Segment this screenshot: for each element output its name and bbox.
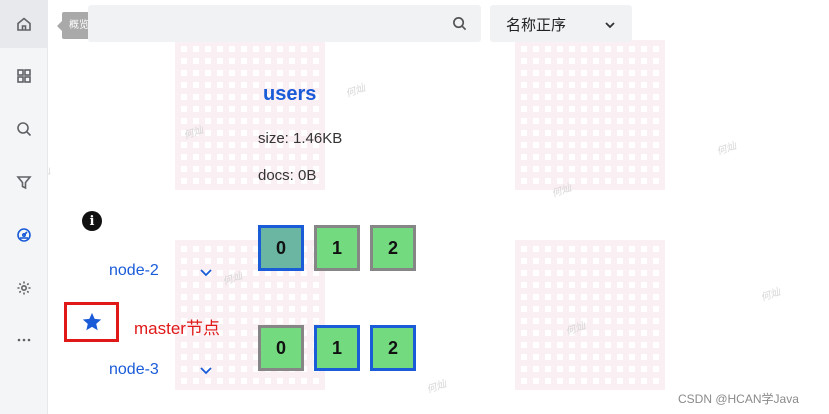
star-icon [82, 312, 101, 331]
shard-0-node-2[interactable]: 0 [258, 225, 304, 271]
footer-attribution: CSDN @HCAN学Java [678, 392, 799, 406]
sort-select[interactable]: 名称正序 [490, 5, 632, 42]
watermark-text: 何灿 [759, 286, 782, 304]
sort-select-label: 名称正序 [506, 17, 567, 34]
search-bar [88, 5, 481, 42]
master-node-highlight [64, 302, 119, 342]
shard-0-node-3[interactable]: 0 [258, 325, 304, 371]
shard-1-node-3[interactable]: 1 [314, 325, 360, 371]
index-docs: docs: 0B [258, 167, 317, 184]
info-icon[interactable]: i [82, 211, 102, 231]
search-input[interactable] [88, 5, 443, 42]
search-icon[interactable] [452, 16, 467, 31]
shard-2-node-3[interactable]: 2 [370, 325, 416, 371]
sidebar-item-filter[interactable] [0, 158, 48, 206]
grid-icon [17, 69, 31, 83]
sidebar-item-search[interactable] [0, 105, 48, 153]
chevron-down-icon[interactable] [199, 363, 213, 377]
home-icon [17, 17, 31, 31]
watermark-text: 何灿 [344, 82, 367, 100]
gear-icon [17, 281, 31, 295]
search-icon [17, 122, 32, 137]
watermark-pattern [515, 240, 665, 390]
cluster-icon [17, 228, 31, 242]
watermark-text: 何灿 [425, 378, 448, 396]
sidebar-item-settings[interactable] [0, 264, 48, 312]
more-icon [17, 338, 31, 342]
chevron-down-icon [604, 18, 616, 30]
sidebar-item-dashboard[interactable] [0, 52, 48, 100]
chevron-down-icon[interactable] [199, 265, 213, 279]
sidebar [0, 0, 48, 414]
watermark-text: 何灿 [715, 140, 738, 158]
index-name[interactable]: users [263, 83, 316, 106]
index-size: size: 1.46KB [258, 130, 343, 147]
sidebar-item-home[interactable] [0, 0, 48, 48]
watermark-pattern [515, 40, 665, 190]
sidebar-item-more[interactable] [0, 316, 48, 364]
master-node-label: master节点 [134, 319, 220, 338]
shard-2-node-2[interactable]: 2 [370, 225, 416, 271]
node-label-node-3[interactable]: node-3 [109, 361, 159, 379]
node-label-node-2[interactable]: node-2 [109, 262, 159, 280]
shard-1-node-2[interactable]: 1 [314, 225, 360, 271]
sidebar-item-cluster[interactable] [0, 211, 48, 259]
filter-icon [16, 176, 32, 190]
